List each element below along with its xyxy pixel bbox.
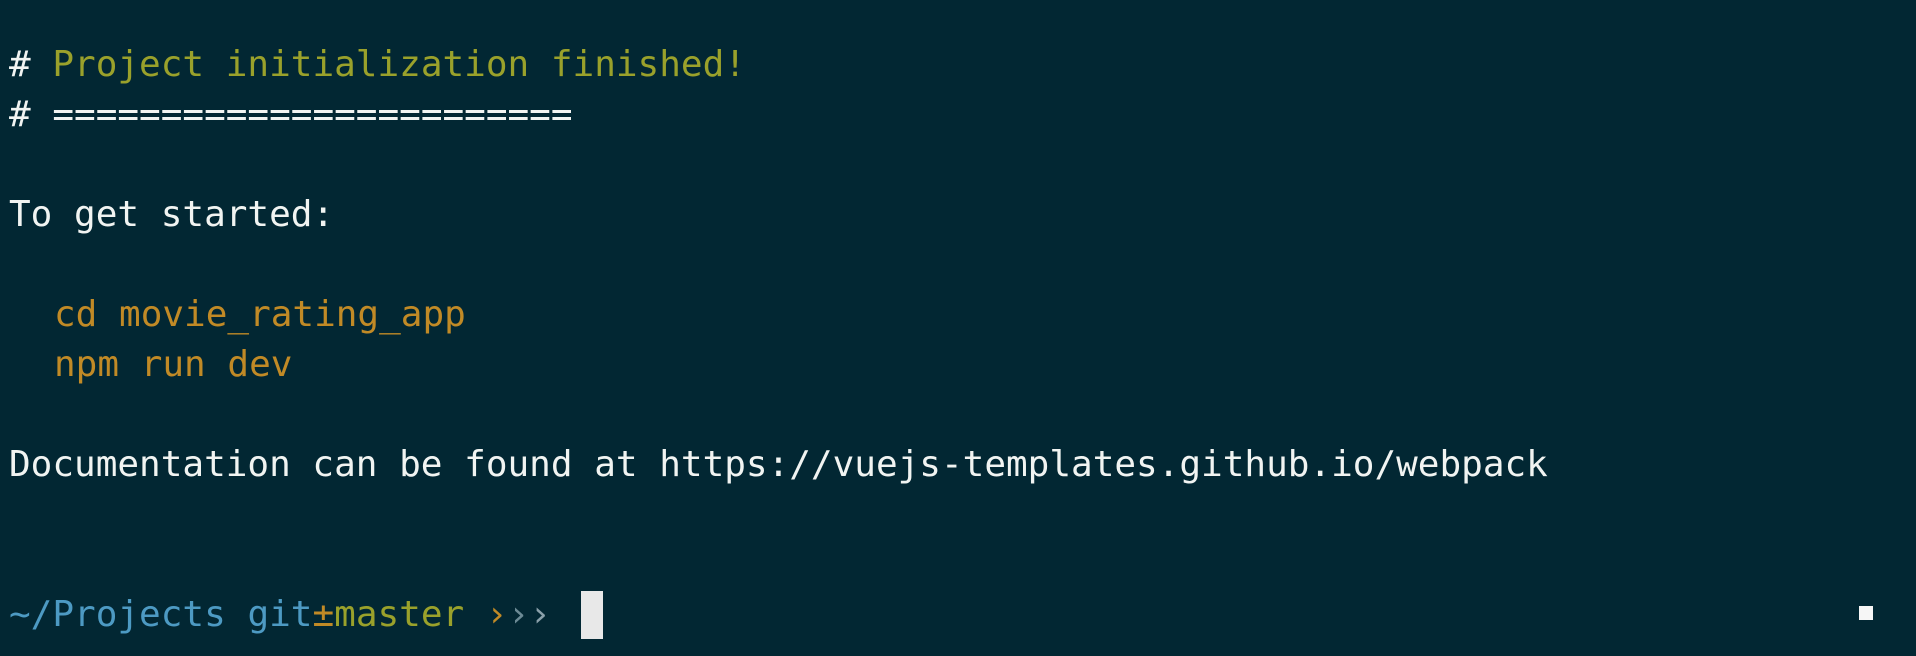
prompt-git-label: git	[247, 594, 313, 635]
prompt-directory: ~/Projects	[9, 594, 226, 635]
get-started-heading: To get started:	[9, 194, 335, 235]
comment-hash: #	[9, 44, 53, 85]
init-finished-text: Project initialization finished!	[52, 44, 746, 85]
init-finished-message: # Project initialization finished!	[9, 40, 746, 90]
prompt-branch-name: master	[334, 594, 465, 635]
prompt-chevron-icon-3: ›	[529, 594, 551, 635]
comment-hash: #	[9, 94, 53, 135]
prompt-chevron-icon-2: ›	[507, 594, 530, 635]
scroll-indicator-icon	[1859, 606, 1873, 620]
title-underline: # ========================	[9, 90, 573, 140]
text-cursor[interactable]	[581, 591, 603, 639]
branch-icon: ±	[312, 594, 335, 635]
terminal-window[interactable]: # Project initialization finished! # ===…	[0, 0, 1916, 656]
documentation-line: Documentation can be found at https://vu…	[9, 444, 1548, 485]
command-cd: cd movie_rating_app	[54, 294, 466, 335]
underline-rule: ========================	[52, 94, 573, 135]
prompt-chevron-icon-1: ›	[485, 594, 508, 635]
shell-prompt: ~/Projects git±master ›››	[9, 590, 551, 640]
command-npm-run-dev: npm run dev	[54, 344, 293, 385]
